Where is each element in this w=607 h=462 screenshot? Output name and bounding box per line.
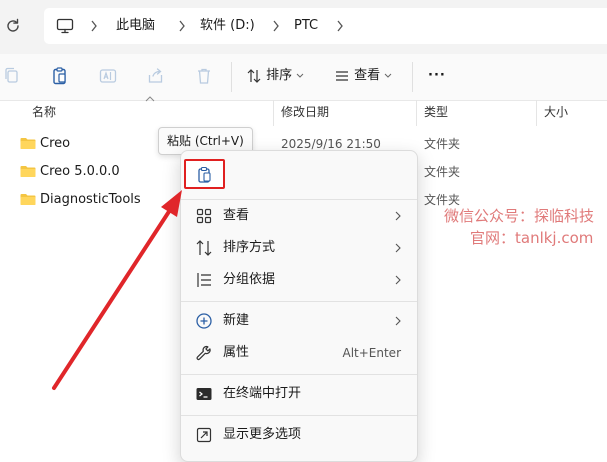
watermark-website: 官网：tanlkj.com	[470, 229, 594, 247]
this-pc-icon[interactable]	[56, 17, 74, 35]
menu-label: 在终端中打开	[223, 386, 302, 401]
breadcrumb-ptc[interactable]: PTC	[294, 17, 318, 35]
paste-icon	[198, 166, 211, 183]
wrench-icon	[196, 345, 211, 361]
group-icon	[197, 273, 211, 287]
view-list-icon	[336, 70, 348, 81]
share-icon[interactable]	[146, 66, 166, 86]
more-button[interactable]: ···	[428, 67, 446, 85]
chevron-right-icon[interactable]	[272, 20, 280, 32]
toolbar-divider	[231, 62, 232, 92]
address-bar-area: 此电脑 软件 (D:) PTC	[0, 0, 607, 54]
menu-divider	[181, 415, 417, 416]
menu-shortcut: Alt+Enter	[342, 346, 401, 360]
refresh-icon[interactable]	[4, 17, 22, 35]
sort-label: 排序	[266, 68, 293, 83]
context-menu: 查看 排序方式 分组依据 新建 属性 Alt+Enter 在终端中打开 显示更多…	[180, 150, 418, 462]
column-divider[interactable]	[536, 100, 537, 126]
chevron-right-icon[interactable]	[90, 20, 98, 32]
chevron-right-icon	[395, 275, 401, 285]
breadcrumb-drive-d[interactable]: 软件 (D:)	[200, 17, 255, 35]
toolbar-divider	[412, 62, 413, 92]
watermark-wechat: 微信公众号：探临科技	[444, 207, 595, 225]
menu-item-open-terminal[interactable]: 在终端中打开	[185, 379, 413, 409]
menu-item-properties[interactable]: 属性 Alt+Enter	[185, 338, 413, 368]
column-header-type[interactable]: 类型	[424, 104, 448, 120]
menu-label: 查看	[223, 208, 250, 223]
folder-icon	[20, 166, 36, 177]
sort-icon	[196, 240, 212, 256]
folder-icon	[20, 194, 36, 205]
menu-divider	[181, 374, 417, 375]
more-options-icon	[196, 427, 212, 443]
chevron-right-icon[interactable]	[178, 20, 186, 32]
terminal-icon	[196, 388, 212, 400]
breadcrumb-this-pc[interactable]: 此电脑	[116, 17, 155, 35]
paste-icon[interactable]	[50, 66, 70, 86]
chevron-right-icon	[395, 211, 401, 221]
menu-item-new[interactable]: 新建	[185, 306, 413, 336]
delete-icon[interactable]	[194, 66, 214, 86]
copy-icon[interactable]	[2, 66, 22, 86]
chevron-down-icon	[384, 73, 392, 78]
paste-button[interactable]	[184, 159, 225, 189]
column-divider[interactable]	[273, 100, 274, 126]
folder-icon	[20, 138, 36, 149]
chevron-down-icon	[296, 73, 304, 78]
menu-label: 显示更多选项	[223, 427, 302, 442]
chevron-right-icon	[395, 316, 401, 326]
menu-divider	[181, 301, 417, 302]
menu-label: 新建	[223, 313, 250, 328]
menu-label: 排序方式	[223, 240, 276, 255]
file-name: Creo 5.0.0.0	[40, 164, 120, 179]
sort-caret-icon	[145, 96, 155, 102]
menu-label: 分组依据	[223, 272, 276, 287]
column-header-size[interactable]: 大小	[544, 104, 568, 120]
view-button[interactable]: 查看	[334, 67, 392, 85]
menu-item-view[interactable]: 查看	[185, 201, 413, 231]
address-box[interactable]: 此电脑 软件 (D:) PTC	[44, 8, 607, 44]
file-type: 文件夹	[424, 165, 461, 179]
chevron-right-icon	[395, 243, 401, 253]
menu-divider	[181, 199, 417, 200]
rename-icon[interactable]	[98, 66, 118, 86]
menu-item-show-more-options[interactable]: 显示更多选项	[185, 420, 413, 450]
file-name: Creo	[40, 136, 71, 151]
file-name: DiagnosticTools	[40, 192, 141, 207]
command-toolbar: 排序 查看 ···	[0, 54, 607, 101]
grid-icon	[196, 208, 212, 224]
column-header-date[interactable]: 修改日期	[281, 104, 329, 120]
sort-button[interactable]: 排序	[246, 67, 304, 85]
column-header-name[interactable]: 名称	[32, 104, 56, 120]
menu-item-group-by[interactable]: 分组依据	[185, 265, 413, 295]
plus-circle-icon	[196, 313, 212, 329]
chevron-right-icon[interactable]	[336, 20, 344, 32]
sort-icon	[247, 68, 261, 83]
file-type: 文件夹	[424, 137, 461, 151]
view-label: 查看	[354, 68, 381, 83]
column-divider[interactable]	[416, 100, 417, 126]
menu-label: 属性	[223, 345, 250, 360]
menu-item-sort-by[interactable]: 排序方式	[185, 233, 413, 263]
